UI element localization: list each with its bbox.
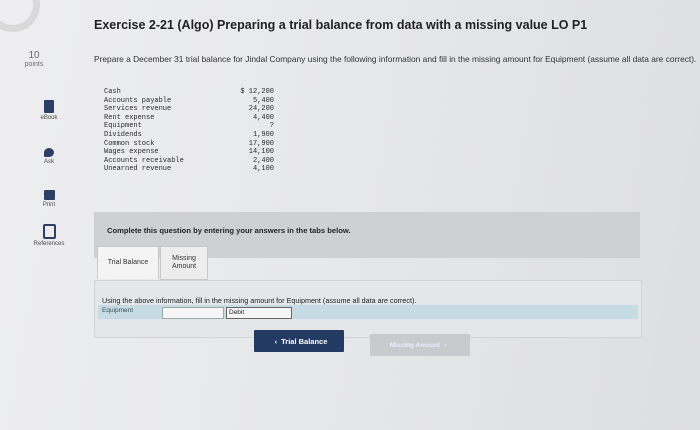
list-item: Common stock 17,900: [104, 139, 274, 148]
list-item: Cash $ 12,200: [104, 88, 274, 96]
prev-tab-button[interactable]: ‹ Trial Balance: [254, 330, 344, 352]
next-tab-button[interactable]: Missing Amount ›: [370, 334, 470, 356]
list-item: Dividends 1,900: [104, 130, 274, 139]
points-indicator: 10 points: [14, 50, 54, 68]
list-item: Equipment?: [104, 122, 274, 131]
sidebar-item-label: eBook: [40, 115, 58, 121]
equipment-amount-input[interactable]: [162, 307, 224, 319]
debit-select[interactable]: Debit: [226, 307, 292, 319]
sidebar: 10 points eBook Ask Print References: [0, 44, 80, 304]
points-value: 10: [28, 50, 40, 61]
answer-tabs: Trial Balance Missing Amount: [94, 246, 640, 280]
chevron-left-icon: ‹: [274, 336, 278, 346]
list-item: Accounts receivable 2,400: [104, 156, 274, 165]
next-tab-label: Missing Amount: [389, 341, 441, 349]
list-item: Services revenue 24,200: [104, 105, 274, 114]
instructions-text: Prepare a December 31 trial balance for …: [94, 54, 697, 64]
list-item: Wages expense 14,100: [104, 148, 274, 157]
sidebar-item-ebook[interactable]: eBook: [26, 100, 72, 121]
sidebar-item-print[interactable]: Print: [26, 190, 72, 208]
chat-icon: [44, 148, 54, 157]
answer-row: Equipment Debit: [98, 305, 638, 327]
tab-content-panel: Using the above information, fill in the…: [94, 280, 642, 338]
question-text: Using the above information, fill in the…: [102, 296, 417, 305]
sidebar-item-references[interactable]: References: [26, 224, 72, 247]
references-icon: [42, 224, 56, 239]
chevron-right-icon: ›: [444, 341, 447, 349]
sidebar-item-label: References: [33, 241, 65, 247]
tab-trial-balance[interactable]: Trial Balance: [97, 246, 159, 279]
points-label: points: [24, 61, 44, 68]
list-item: Unearned revenue 4,100: [104, 165, 274, 174]
account-data-list: Cash $ 12,200 Accounts payable 5,400 Servi…: [104, 88, 274, 174]
list-item: Accounts payable 5,400: [104, 96, 274, 105]
complete-text: Complete this question by entering your …: [107, 226, 351, 235]
print-icon: [43, 190, 55, 200]
prev-tab-label: Trial Balance: [281, 336, 328, 346]
sidebar-item-label: Print: [42, 202, 56, 208]
list-item: Rent expense 4,400: [104, 113, 274, 122]
book-icon: [44, 100, 54, 113]
sidebar-item-ask[interactable]: Ask: [26, 148, 72, 165]
sidebar-item-label: Ask: [43, 159, 54, 165]
page-title: Exercise 2-21 (Algo) Preparing a trial b…: [94, 18, 588, 32]
page: 10 points eBook Ask Print References Exe…: [0, 0, 700, 430]
equipment-label: Equipment: [102, 307, 134, 314]
tab-missing-amount[interactable]: Missing Amount: [160, 246, 208, 280]
logo-icon: [0, 0, 40, 32]
